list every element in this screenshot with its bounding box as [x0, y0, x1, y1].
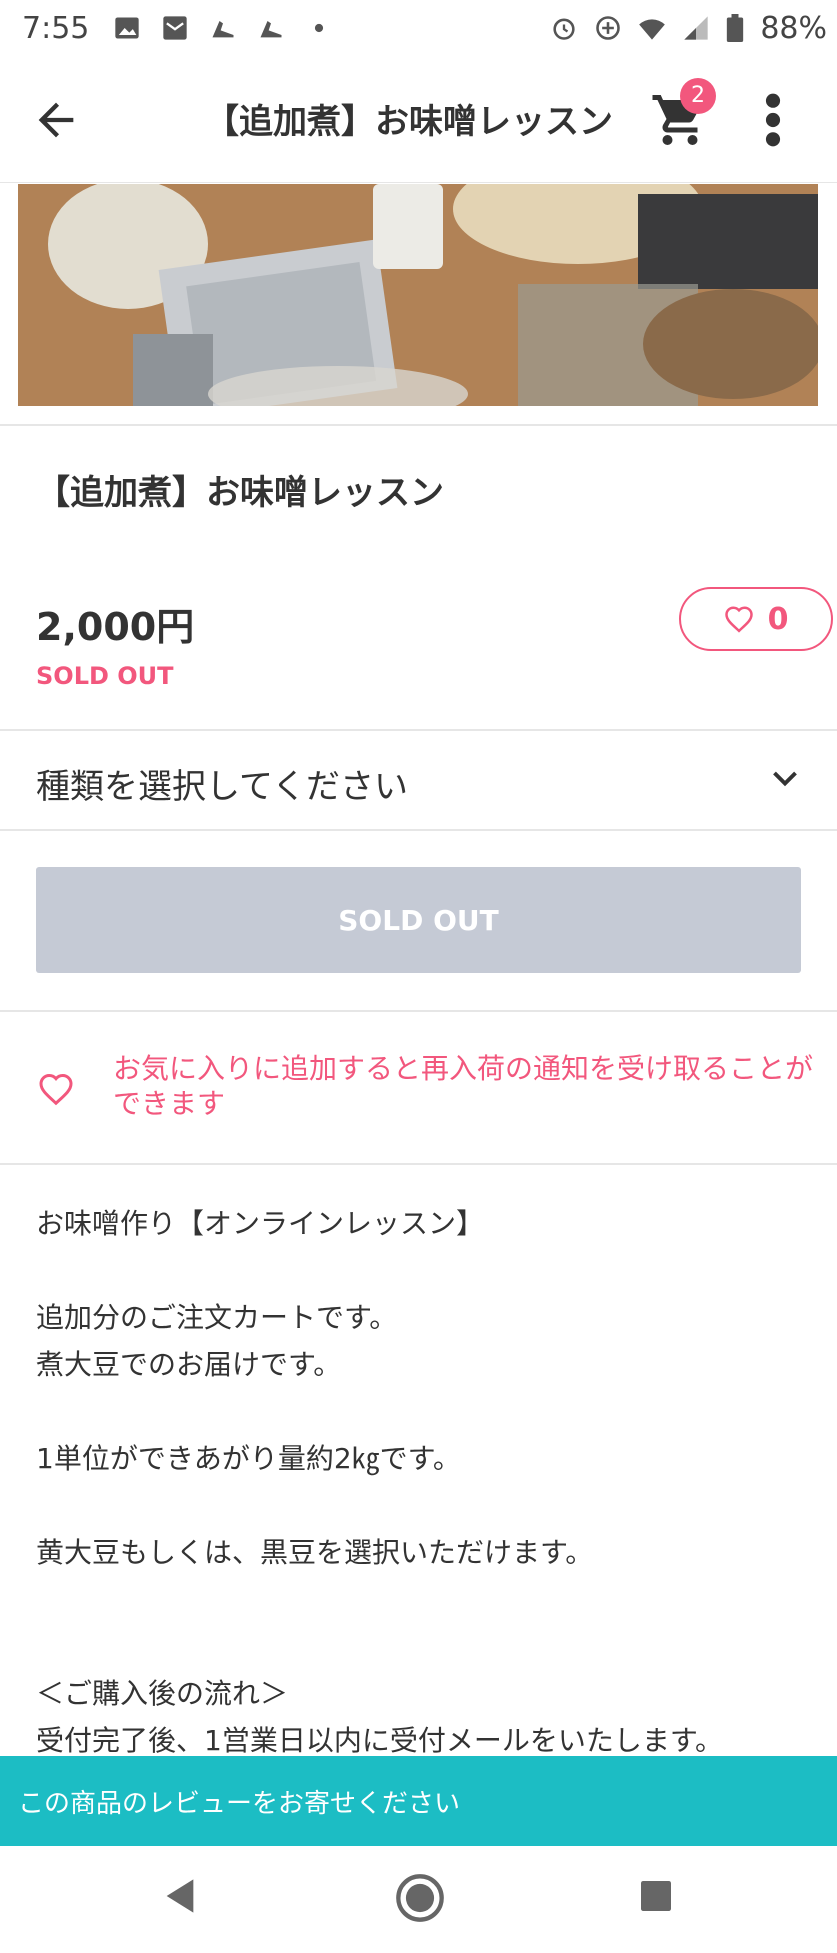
description-line: 1単位ができあがり量約2㎏です。 — [36, 1442, 461, 1475]
signal-icon — [684, 16, 708, 40]
description-line — [36, 1623, 816, 1670]
wifi-icon — [639, 19, 666, 40]
product-description: お味噌作り【オンラインレッスン】 追加分のご注文カートです。 煮大豆でのお届けで… — [36, 1200, 816, 1764]
description-line — [36, 1482, 816, 1529]
restock-notice-text: お気に入りに追加すると再入荷の通知を受け取ることができます — [113, 1052, 814, 1120]
image-notification-icon — [115, 17, 140, 39]
favorite-button[interactable]: 0 — [679, 587, 833, 651]
heart-icon — [724, 606, 753, 633]
variant-select[interactable]: 種類を選択してください — [0, 731, 837, 829]
chevron-down-icon — [773, 771, 797, 787]
cart-count-badge: 2 — [680, 78, 716, 114]
description-line: お味噌作り【オンラインレッスン】 — [36, 1207, 485, 1240]
notification-icons — [113, 14, 333, 42]
restock-notice: お気に入りに追加すると再入荷の通知を受け取ることができます — [0, 1013, 837, 1163]
status-bar: 7:55 88% — [0, 0, 837, 56]
system-nav-bar — [0, 1846, 837, 1953]
divider — [0, 829, 837, 831]
sold-out-status: SOLD OUT — [36, 662, 174, 690]
shoe-notification-icon-2 — [260, 21, 282, 38]
divider — [0, 1010, 837, 1012]
divider — [0, 1163, 837, 1165]
description-line: 黄大豆もしくは、黒豆を選択いただけます。 — [36, 1536, 594, 1569]
more-notifications-dot-icon — [315, 23, 324, 33]
nav-home-icon[interactable] — [394, 1872, 446, 1924]
variant-placeholder: 種類を選択してください — [36, 767, 408, 807]
review-banner[interactable]: この商品のレビューをお寄せください — [0, 1756, 837, 1846]
description-line — [36, 1388, 816, 1435]
sold-out-button[interactable]: SOLD OUT — [36, 867, 801, 973]
status-time: 7:55 — [22, 10, 90, 46]
battery-icon — [727, 14, 744, 42]
data-saver-icon — [596, 16, 621, 40]
favorite-count: 0 — [767, 601, 789, 637]
shoe-notification-icon — [212, 21, 234, 38]
battery-percent: 88% — [760, 10, 827, 46]
page-title: 【追加煮】お味噌レッスン — [205, 102, 613, 142]
nav-back-icon[interactable] — [160, 1876, 200, 1916]
description-line — [36, 1576, 816, 1623]
product-image — [18, 184, 818, 406]
system-icons: 88% — [550, 0, 827, 56]
description-line — [36, 1247, 816, 1294]
heart-icon — [39, 1073, 73, 1106]
review-banner-text: この商品のレビューをお寄せください — [18, 1788, 461, 1819]
description-line: 煮大豆でのお届けです。 — [36, 1348, 342, 1381]
app-bar: 【追加煮】お味噌レッスン 2 — [0, 56, 837, 183]
divider — [0, 424, 837, 426]
mail-notification-icon — [163, 16, 188, 40]
description-line: ＜ご購入後の流れ＞ — [36, 1677, 289, 1710]
more-vert-icon[interactable] — [756, 90, 790, 150]
back-arrow-icon[interactable] — [30, 94, 82, 146]
description-line: 追加分のご注文カートです。 — [36, 1301, 398, 1334]
product-title: 【追加煮】お味噌レッスン — [36, 473, 444, 513]
alarm-icon — [553, 18, 575, 40]
nav-recent-apps-icon[interactable] — [638, 1878, 674, 1914]
product-price: 2,000円 — [36, 605, 195, 649]
